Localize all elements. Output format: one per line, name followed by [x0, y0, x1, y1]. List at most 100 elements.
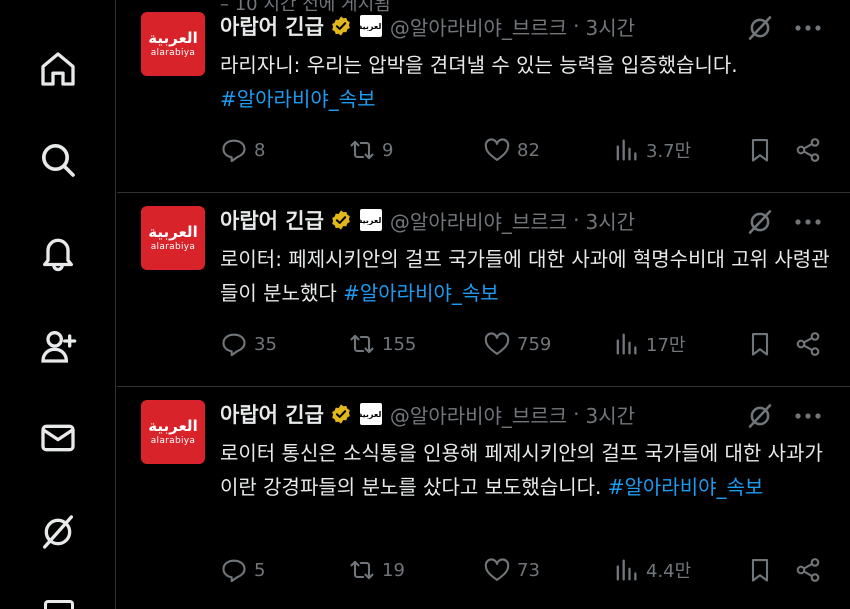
views-chart-icon	[616, 333, 637, 355]
author-name[interactable]: 아랍어 긴급	[220, 399, 324, 429]
views-chart-icon	[616, 139, 637, 161]
separator-dot: ·	[573, 402, 580, 426]
grok-icon[interactable]	[745, 13, 775, 43]
app: – 10 시간 전에 게시됨 العربية alarabiya 아랍어 긴급 …	[0, 0, 850, 609]
tweet-text: 라리자니: 우리는 압박을 견뎌낼 수 있는 능력을 입증했습니다. #알아라비…	[220, 48, 830, 116]
nav-explore[interactable]	[34, 136, 82, 184]
tweet-text: 로이터: 페제시키안의 걸프 국가들에 대한 사과에 혁명수비대 고위 사령관들…	[220, 242, 830, 310]
avatar-logo-arabic: العربية	[148, 417, 198, 435]
avatar-logo-latin: alarabiya	[150, 436, 196, 446]
bookmark-button[interactable]	[746, 328, 774, 360]
bookmark-icon	[751, 559, 769, 582]
more-options-icon[interactable]	[791, 208, 825, 236]
views-count: 3.7만	[646, 141, 692, 162]
grok-icon[interactable]	[745, 207, 775, 237]
retweet-count: 19	[382, 559, 405, 581]
home-icon	[41, 52, 75, 86]
affiliate-badge[interactable]: العربية	[358, 403, 384, 425]
nav-messages[interactable]	[34, 414, 82, 462]
more-options-icon[interactable]	[791, 402, 825, 430]
views-button[interactable]: 17만	[612, 328, 685, 360]
mail-icon	[41, 424, 75, 452]
reply-count: 5	[254, 559, 266, 581]
retweet-button[interactable]: 9	[348, 134, 393, 166]
like-count: 73	[517, 559, 540, 581]
hashtag-link[interactable]: #알아라비야_속보	[608, 475, 764, 499]
heart-icon	[484, 332, 510, 355]
author-name[interactable]: 아랍어 긴급	[220, 205, 324, 235]
nav-follow[interactable]	[34, 322, 82, 370]
nav-notifications[interactable]	[34, 228, 82, 276]
share-button[interactable]	[794, 554, 822, 586]
affiliate-badge[interactable]: العربية	[358, 209, 384, 231]
heart-icon	[484, 138, 510, 161]
avatar[interactable]: العربية alarabiya	[141, 400, 205, 464]
tweet[interactable]: العربية alarabiya 아랍어 긴급 العربية @알아라비야_…	[117, 388, 850, 583]
tweet[interactable]: العربية alarabiya 아랍어 긴급 العربية @알아라비야_…	[117, 0, 850, 193]
retweet-button[interactable]: 19	[348, 554, 405, 586]
reply-button[interactable]: 35	[220, 328, 277, 360]
verified-badge-icon[interactable]	[330, 15, 352, 37]
reply-button[interactable]: 5	[220, 554, 265, 586]
views-button[interactable]: 3.7만	[612, 134, 691, 166]
nav-grok[interactable]	[34, 508, 82, 556]
affiliate-badge[interactable]: العربية	[358, 15, 384, 37]
avatar-logo-arabic: العربية	[148, 29, 198, 47]
tweet[interactable]: العربية alarabiya 아랍어 긴급 العربية @알아라비야_…	[117, 194, 850, 387]
retweet-icon	[350, 560, 374, 580]
like-button[interactable]: 759	[483, 328, 551, 360]
reply-icon	[222, 559, 246, 583]
author-name[interactable]: 아랍어 긴급	[220, 11, 324, 41]
avatar-logo-latin: alarabiya	[150, 242, 196, 252]
heart-icon	[484, 558, 510, 581]
views-button[interactable]: 4.4만	[612, 554, 691, 586]
verified-badge-icon[interactable]	[330, 209, 352, 231]
tweet-actions: 5 19 73 4.4만	[220, 554, 830, 586]
hashtag-link[interactable]: #알아라비야_속보	[220, 87, 376, 111]
reply-button[interactable]: 8	[220, 134, 265, 166]
retweet-count: 9	[382, 139, 394, 161]
separator-dot: ·	[573, 208, 580, 232]
like-count: 759	[517, 333, 552, 355]
bookmark-icon	[751, 333, 769, 356]
reply-icon	[222, 333, 246, 357]
avatar-logo-arabic: العربية	[148, 223, 198, 241]
tweet-actions: 8 9 82 3.7만	[220, 134, 830, 166]
share-icon	[796, 138, 820, 162]
author-handle[interactable]: @알아라비야_브르크	[390, 400, 567, 429]
like-button[interactable]: 82	[483, 134, 540, 166]
verified-badge-icon[interactable]	[330, 403, 352, 425]
avatar-logo-latin: alarabiya	[150, 48, 196, 58]
grok-icon	[43, 515, 74, 549]
bookmark-button[interactable]	[746, 134, 774, 166]
views-count: 4.4만	[646, 561, 692, 582]
share-icon	[796, 558, 820, 582]
like-button[interactable]: 73	[483, 554, 540, 586]
nav-more-partial[interactable]	[44, 600, 74, 609]
avatar[interactable]: العربية alarabiya	[141, 12, 205, 76]
author-handle[interactable]: @알아라비야_브르크	[390, 12, 567, 41]
bookmark-button[interactable]	[746, 554, 774, 586]
avatar[interactable]: العربية alarabiya	[141, 206, 205, 270]
post-time[interactable]: 3시간	[585, 12, 635, 41]
author-handle[interactable]: @알아라비야_브르크	[390, 206, 567, 235]
reply-count: 8	[254, 139, 266, 161]
hashtag-link[interactable]: #알아라비야_속보	[343, 281, 499, 305]
reply-count: 35	[254, 333, 277, 355]
timeline: – 10 시간 전에 게시됨 العربية alarabiya 아랍어 긴급 …	[117, 0, 850, 609]
grok-icon[interactable]	[745, 401, 775, 431]
retweet-button[interactable]: 155	[348, 328, 416, 360]
bell-icon	[43, 238, 74, 272]
post-time[interactable]: 3시간	[585, 206, 635, 235]
search-icon	[42, 144, 75, 177]
tweet-text-body: 라리자니: 우리는 압박을 견뎌낼 수 있는 능력을 입증했습니다.	[220, 53, 738, 77]
nav-home[interactable]	[34, 45, 82, 93]
share-button[interactable]	[794, 134, 822, 166]
post-time[interactable]: 3시간	[585, 400, 635, 429]
reply-icon	[222, 139, 246, 163]
views-count: 17만	[646, 335, 686, 356]
like-count: 82	[517, 139, 540, 161]
tweet-actions: 35 155 759 17만	[220, 328, 830, 360]
share-button[interactable]	[794, 328, 822, 360]
more-options-icon[interactable]	[791, 14, 825, 42]
